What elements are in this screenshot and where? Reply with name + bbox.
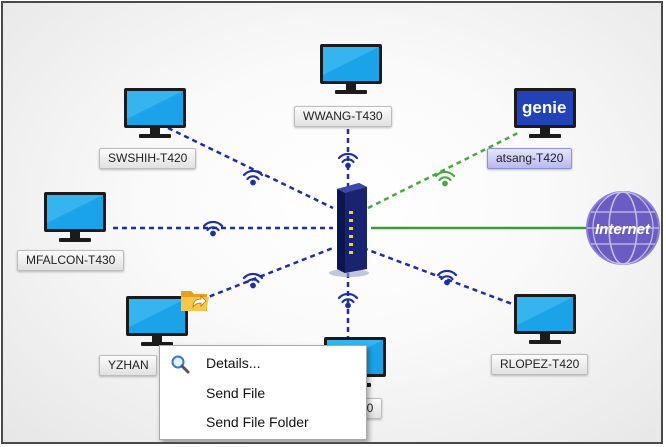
device-label: RLOPEZ-T420: [491, 354, 589, 375]
wifi-icon: [434, 170, 456, 187]
internet-globe-icon: Internet: [586, 191, 660, 265]
menu-item-details[interactable]: Details...: [160, 349, 366, 377]
menu-item-send-file[interactable]: Send File: [160, 379, 366, 407]
router-icon: [329, 183, 369, 277]
svg-text:genie: genie: [522, 98, 566, 117]
link-atsang: [367, 131, 519, 210]
monitor-icon: [44, 192, 106, 242]
menu-item-send-file-folder[interactable]: Send File Folder: [160, 408, 366, 436]
wifi-icon: [242, 169, 264, 186]
device-mfalcon-t430[interactable]: MFALCON-T430: [17, 191, 163, 277]
context-menu: Details... Send File Send File Folder: [159, 345, 367, 440]
menu-item-label: Send File: [206, 385, 266, 401]
menu-item-label: Send File Folder: [206, 414, 309, 430]
monitor-icon: [320, 44, 382, 94]
device-label: SWSHIH-T420: [99, 148, 197, 169]
device-label: WWANG-T430: [294, 106, 392, 127]
device-swshih-t420[interactable]: SWSHIH-T420: [99, 87, 243, 173]
device-rlopez-t420[interactable]: RLOPEZ-T420: [491, 293, 623, 379]
shared-folder-icon: [181, 291, 209, 311]
menu-item-label: Details...: [206, 355, 261, 371]
magnifier-icon: [171, 355, 190, 374]
monitor-icon: [124, 88, 186, 138]
wifi-icons: [202, 152, 458, 309]
device-label: MFALCON-T430: [17, 250, 125, 271]
genie-monitor-icon: genie: [514, 88, 576, 138]
device-label: YZHAN: [99, 355, 157, 376]
internet-label: Internet: [595, 221, 651, 238]
network-map-canvas: Internet WWANG-T430 SWSHIH-T420 genie at…: [1, 1, 663, 444]
device-label-selected: atsang-T420: [487, 148, 573, 169]
monitor-icon: [514, 294, 576, 344]
device-atsang-t420[interactable]: genie atsang-T420: [487, 87, 621, 173]
device-wwang-t430[interactable]: WWANG-T430: [294, 43, 416, 127]
